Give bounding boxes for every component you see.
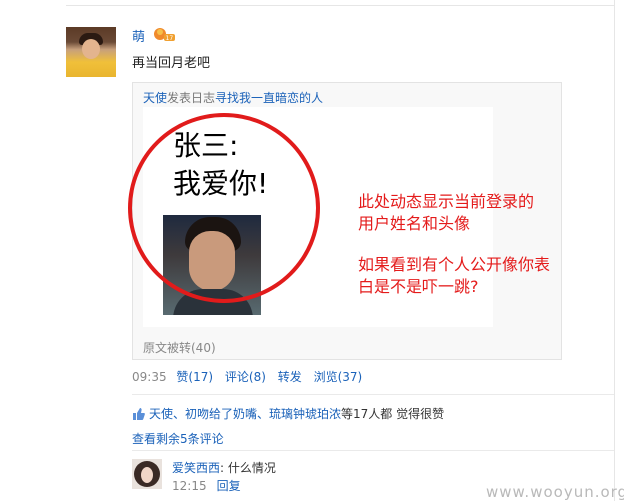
views-link[interactable]: 浏览(37)	[314, 370, 363, 384]
forward-button[interactable]: 转发	[278, 370, 302, 384]
red-highlight-circle	[128, 113, 320, 303]
likers-list[interactable]: 天使、初吻给了奶嘴、琉璃钟琥珀浓	[149, 407, 341, 421]
likes-suffix: 等17人都 觉得很赞	[341, 407, 445, 421]
thumbs-up-icon	[133, 408, 145, 420]
comment-text: : 什么情况	[220, 461, 276, 475]
poster-avatar[interactable]	[66, 27, 116, 77]
comment-button[interactable]: 评论(8)	[225, 370, 266, 384]
svg-text:17: 17	[166, 35, 174, 42]
comment-meta: 12:15 回复	[172, 477, 241, 494]
post-actions: 09:35 赞(17) 评论(8) 转发 浏览(37)	[132, 368, 370, 385]
right-divider	[614, 0, 615, 501]
poster-name[interactable]: 萌	[132, 26, 145, 45]
watermark: www.wooyun.org	[486, 483, 624, 501]
divider	[132, 394, 614, 395]
annotation-line-2: 用户姓名和头像	[358, 214, 471, 233]
annotation-line-4: 白是不是吓一跳?	[358, 277, 479, 296]
share-title-link[interactable]: 寻找我一直暗恋的人	[215, 91, 323, 105]
likes-summary: 天使、初吻给了奶嘴、琉璃钟琥珀浓等17人都 觉得很赞	[132, 405, 444, 422]
annotation-line-3: 如果看到有个人公开像你表	[358, 255, 551, 274]
post-time: 09:35	[132, 370, 167, 384]
top-divider	[66, 5, 614, 6]
vip-badge-icon: 17	[154, 28, 175, 42]
post-text: 再当回月老吧	[132, 56, 211, 71]
annotation-line-1: 此处动态显示当前登录的	[358, 192, 535, 211]
reply-link[interactable]: 回复	[217, 479, 241, 493]
comment-body: 爱笑西西: 什么情况	[172, 459, 276, 476]
comment-time: 12:15	[172, 479, 207, 493]
share-header: 天使发表日志寻找我一直暗恋的人	[143, 89, 323, 106]
like-button[interactable]: 赞(17)	[176, 370, 213, 384]
divider	[132, 450, 614, 451]
commenter-avatar[interactable]	[132, 459, 162, 489]
share-action: 发表日志	[167, 91, 216, 105]
original-forward-count[interactable]: 原文被转(40)	[143, 339, 216, 356]
commenter-name[interactable]: 爱笑西西	[172, 461, 220, 475]
share-author-link[interactable]: 天使	[143, 91, 167, 105]
view-more-comments-link[interactable]: 查看剩余5条评论	[132, 430, 224, 447]
